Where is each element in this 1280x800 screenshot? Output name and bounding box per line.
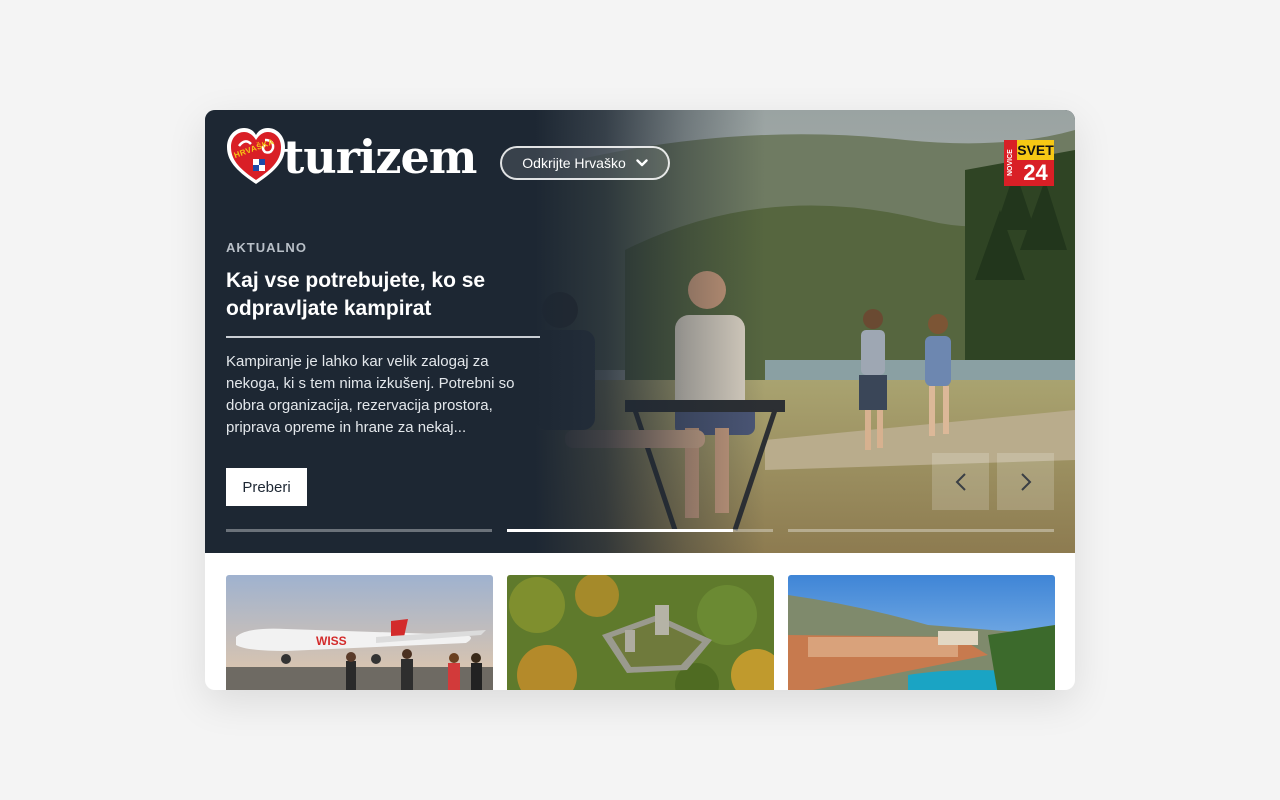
site-logo[interactable]: HRVAŠKA turizem (225, 126, 487, 188)
hero-slider: HRVAŠKA turizem Odkrijte Hrvaško NOVICE … (205, 110, 1075, 553)
slide-indicator-1[interactable] (226, 529, 492, 532)
slider-next-button[interactable] (997, 453, 1054, 510)
castle-photo (507, 575, 774, 690)
article-excerpt: Kampiranje je lahko kar velik zalogaj za… (226, 353, 515, 436)
article-headline[interactable]: Kaj vse potrebujete, ko se odpravljate k… (226, 267, 546, 323)
article-card-3[interactable] (788, 575, 1055, 690)
airplane-photo: WISS (226, 575, 493, 690)
slide-indicator-2[interactable] (507, 529, 773, 532)
partner-logo-novice: NOVICE (1004, 140, 1017, 186)
chevron-left-icon (955, 472, 966, 491)
article-card-1[interactable]: WISS (226, 575, 493, 690)
read-more-button[interactable]: Preberi (226, 468, 307, 506)
svg-text:WISS: WISS (316, 634, 347, 648)
logo-wordmark: turizem (283, 130, 477, 184)
headline-divider (226, 336, 540, 338)
article-widget: HRVAŠKA turizem Odkrijte Hrvaško NOVICE … (205, 110, 1075, 690)
slider-prev-button[interactable] (932, 453, 989, 510)
svet24-partner-logo[interactable]: NOVICE SVET 24 (1004, 140, 1056, 186)
slide-indicator-3[interactable] (788, 529, 1054, 532)
slide-indicator-fill (507, 529, 734, 532)
chevron-right-icon (1020, 472, 1031, 491)
article-card-2[interactable] (507, 575, 774, 690)
discover-croatia-dropdown[interactable]: Odkrijte Hrvaško (500, 146, 670, 180)
partner-logo-svet: SVET (1017, 140, 1054, 160)
chevron-down-icon (636, 159, 648, 167)
dubrovnik-photo (788, 575, 1055, 690)
dropdown-label: Odkrijte Hrvaško (522, 155, 626, 171)
partner-logo-number: 24 (1017, 160, 1054, 186)
article-category: AKTUALNO (226, 240, 307, 255)
